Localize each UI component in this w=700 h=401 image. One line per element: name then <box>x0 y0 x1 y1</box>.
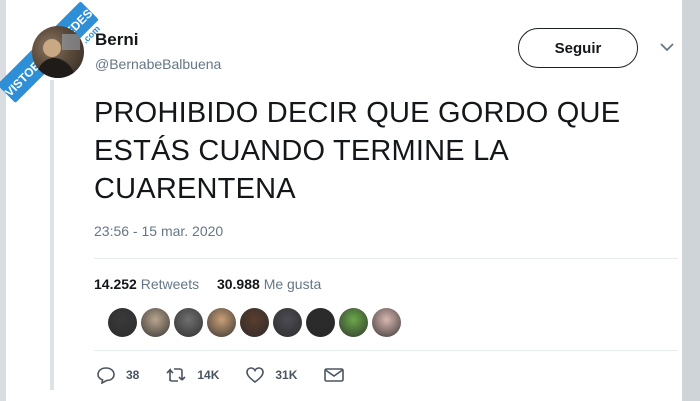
likes-stat[interactable]: 30.988 Me gusta <box>217 276 321 292</box>
avatar[interactable] <box>32 26 84 78</box>
timestamp[interactable]: 23:56 - 15 mar. 2020 <box>94 223 223 239</box>
reply-count: 38 <box>126 368 140 382</box>
likes-label: Me gusta <box>263 276 322 292</box>
liker-avatar[interactable] <box>141 308 170 337</box>
retweets-stat[interactable]: 14.252 Retweets <box>94 276 203 292</box>
divider <box>94 350 678 351</box>
likes-count: 30.988 <box>216 276 260 292</box>
tweet-text: PROHIBIDO DECIR QUE GORDO QUE ESTÁS CUAN… <box>94 94 674 208</box>
tweet-line: ESTÁS CUANDO TERMINE LA <box>94 135 509 167</box>
retweet-icon <box>166 368 186 382</box>
follow-button[interactable]: Seguir <box>518 28 638 68</box>
heart-icon <box>246 367 265 384</box>
liker-avatar[interactable] <box>306 308 335 337</box>
liker-avatar[interactable] <box>240 308 269 337</box>
retweet-count: 14K <box>197 368 220 382</box>
envelope-icon <box>324 368 345 382</box>
liker-avatar[interactable] <box>108 308 137 337</box>
right-frame <box>682 0 700 401</box>
divider <box>94 258 678 259</box>
tweet-line: PROHIBIDO DECIR QUE GORDO QUE <box>94 97 621 129</box>
tweet-card: Berni @BernabeBalbuena Seguir PROHIBIDO … <box>30 22 680 392</box>
retweet-action[interactable]: 14K <box>165 366 219 384</box>
message-action[interactable] <box>323 366 355 384</box>
retweets-count: 14.252 <box>94 276 137 292</box>
liker-avatars <box>108 308 401 337</box>
chevron-down-icon[interactable] <box>658 40 676 54</box>
retweets-label: Retweets <box>140 276 200 292</box>
liker-avatar[interactable] <box>372 308 401 337</box>
author-handle[interactable]: @BernabeBalbuena <box>95 56 221 72</box>
liker-avatar[interactable] <box>207 308 236 337</box>
left-frame <box>0 0 6 401</box>
liker-avatar[interactable] <box>273 308 302 337</box>
like-count: 31K <box>275 368 298 382</box>
tweet-line: CUARENTENA <box>94 173 296 205</box>
reply-action[interactable]: 38 <box>96 366 139 384</box>
liker-avatar[interactable] <box>174 308 203 337</box>
action-bar: 38 14K 31K <box>96 366 381 384</box>
author-name[interactable]: Berni <box>95 30 138 50</box>
reply-icon <box>97 367 115 384</box>
like-action[interactable]: 31K <box>245 366 297 384</box>
engagement-stats: 14.252 Retweets 30.988 Me gusta <box>94 276 335 292</box>
liker-avatar[interactable] <box>339 308 368 337</box>
